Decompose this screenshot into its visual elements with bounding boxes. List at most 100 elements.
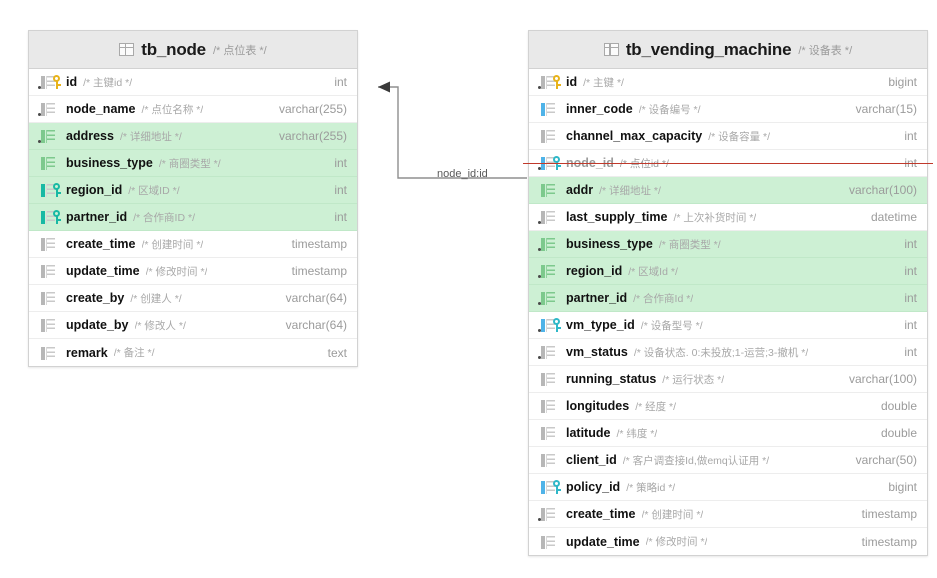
column-icon — [541, 238, 555, 251]
row-icons — [538, 155, 562, 171]
column-comment: /* 修改时间 */ — [145, 265, 208, 278]
table-row[interactable]: partner_id /* 合作商Id */ int — [529, 285, 927, 312]
entity-header[interactable]: tb_node /* 点位表 */ — [29, 31, 357, 69]
column-comment: /* 纬度 */ — [616, 427, 658, 440]
column-type: int — [334, 156, 347, 170]
table-row[interactable]: node_name /* 点位名称 */ varchar(255) — [29, 96, 357, 123]
row-icons — [538, 534, 562, 550]
table-row[interactable]: create_time /* 创建时间 */ timestamp — [29, 231, 357, 258]
column-type: double — [880, 399, 917, 413]
primary-key-icon — [51, 75, 62, 89]
table-row[interactable]: region_id /* 区域Id */ int — [529, 258, 927, 285]
table-row[interactable]: id /* 主键 */ bigint — [529, 69, 927, 96]
column-name: partner_id — [66, 210, 128, 224]
column-icon — [541, 373, 555, 386]
table-row[interactable]: client_id /* 客户调查接Id,做emq认证用 */ varchar(50… — [529, 447, 927, 474]
table-row[interactable]: vm_status /* 设备状态. 0:未投放;1-运营;3-撤机 */ int — [529, 339, 927, 366]
column-type: varchar(100) — [848, 183, 917, 197]
row-icons — [538, 128, 562, 144]
table-row[interactable]: longitudes /* 经度 */ double — [529, 393, 927, 420]
column-type: bigint — [888, 75, 917, 89]
row-icons — [38, 209, 62, 225]
table-row[interactable]: create_time /* 创建时间 */ timestamp — [529, 501, 927, 528]
table-row[interactable]: business_type /* 商圈类型 */ int — [529, 231, 927, 258]
entity-title: tb_node — [141, 39, 206, 59]
table-row[interactable]: update_time /* 修改时间 */ timestamp — [529, 528, 927, 555]
column-icon — [541, 103, 555, 116]
column-name: channel_max_capacity — [566, 129, 703, 143]
table-row[interactable]: id /* 主键id */ int — [29, 69, 357, 96]
table-row[interactable]: running_status /* 运行状态 */ varchar(100) — [529, 366, 927, 393]
column-icon — [41, 292, 55, 305]
column-comment: /* 设备编号 */ — [638, 103, 701, 116]
column-comment: /* 运行状态 */ — [662, 373, 725, 386]
column-type: int — [904, 129, 917, 143]
primary-key-icon — [551, 75, 562, 89]
column-name: node_id — [566, 156, 614, 170]
foreign-key-icon — [551, 480, 562, 494]
table-row[interactable]: update_by /* 修改人 */ varchar(64) — [29, 312, 357, 339]
column-type: int — [904, 237, 917, 251]
table-row[interactable]: inner_code /* 设备编号 */ varchar(15) — [529, 96, 927, 123]
column-type: text — [327, 345, 347, 360]
column-type: timestamp — [291, 264, 347, 278]
row-icons — [538, 209, 562, 225]
column-type: int — [334, 75, 347, 89]
column-type: int — [334, 183, 347, 197]
row-icons — [38, 155, 62, 171]
column-icon — [541, 130, 555, 143]
table-row[interactable]: create_by /* 创建人 */ varchar(64) — [29, 285, 357, 312]
column-icon — [541, 535, 555, 549]
table-row[interactable]: business_type /* 商圈类型 */ int — [29, 150, 357, 177]
column-icon — [541, 346, 555, 359]
foreign-key-icon — [551, 156, 562, 170]
column-type: varchar(255) — [278, 102, 347, 116]
column-type: int — [904, 345, 917, 359]
entity-table-tb-vending-machine[interactable]: tb_vending_machine /* 设备表 */ id /* 主键 */ b… — [523, 30, 933, 556]
column-name: business_type — [66, 156, 153, 170]
row-icons — [38, 182, 62, 198]
row-icons — [538, 371, 562, 387]
column-name: inner_code — [566, 102, 633, 116]
table-row[interactable]: channel_max_capacity /* 设备容量 */ int — [529, 123, 927, 150]
table-row[interactable]: update_time /* 修改时间 */ timestamp — [29, 258, 357, 285]
column-type: int — [904, 264, 917, 278]
table-row[interactable]: vm_type_id /* 设备型号 */ int — [529, 312, 927, 339]
row-icons — [538, 263, 562, 279]
table-row[interactable]: latitude /* 纬度 */ double — [529, 420, 927, 447]
row-icons — [38, 128, 62, 144]
column-comment: /* 创建时间 */ — [141, 238, 204, 251]
entity-header[interactable]: tb_vending_machine /* 设备表 */ — [529, 31, 927, 69]
column-name: vm_type_id — [566, 318, 635, 332]
column-name: running_status — [566, 372, 657, 386]
foreign-key-icon — [551, 318, 562, 332]
table-row[interactable]: address /* 详细地址 */ varchar(255) — [29, 123, 357, 150]
column-name: policy_id — [566, 480, 621, 494]
table-row[interactable]: addr /* 详细地址 */ varchar(100) — [529, 177, 927, 204]
row-icons — [38, 317, 62, 333]
column-type: bigint — [888, 480, 917, 494]
table-row[interactable]: region_id /* 区域ID */ int — [29, 177, 357, 204]
row-icons — [38, 101, 62, 117]
column-list: id /* 主键id */ int node_name /* 点位名称 */ varcha… — [29, 69, 357, 366]
table-row[interactable]: partner_id /* 合作商ID */ int — [29, 204, 357, 231]
column-icon — [41, 319, 55, 332]
table-row[interactable]: node_id /* 点位id */ int — [523, 150, 933, 177]
column-icon — [541, 184, 555, 197]
column-name: id — [66, 75, 78, 89]
table-row[interactable]: last_supply_time /* 上次补货时间 */ datetime — [529, 204, 927, 231]
entity-table-tb-node[interactable]: tb_node /* 点位表 */ id /* 主键id */ int node_na… — [28, 30, 358, 367]
row-icons — [538, 425, 562, 441]
column-icon — [541, 400, 555, 413]
column-name: longitudes — [566, 399, 630, 413]
row-icons — [538, 236, 562, 252]
column-type: varchar(64) — [285, 318, 347, 332]
table-row[interactable]: policy_id /* 策略id */ bigint — [529, 474, 927, 501]
er-diagram-canvas: node_id:id tb_node /* 点位表 */ id /* 主键id *… — [0, 0, 937, 578]
column-comment: /* 合作商Id */ — [633, 292, 694, 305]
row-icons — [538, 317, 562, 333]
row-icons — [538, 74, 562, 90]
table-row[interactable]: remark /* 备注 */ text — [29, 339, 357, 366]
column-type: varchar(100) — [848, 372, 917, 386]
column-name: last_supply_time — [566, 210, 668, 224]
